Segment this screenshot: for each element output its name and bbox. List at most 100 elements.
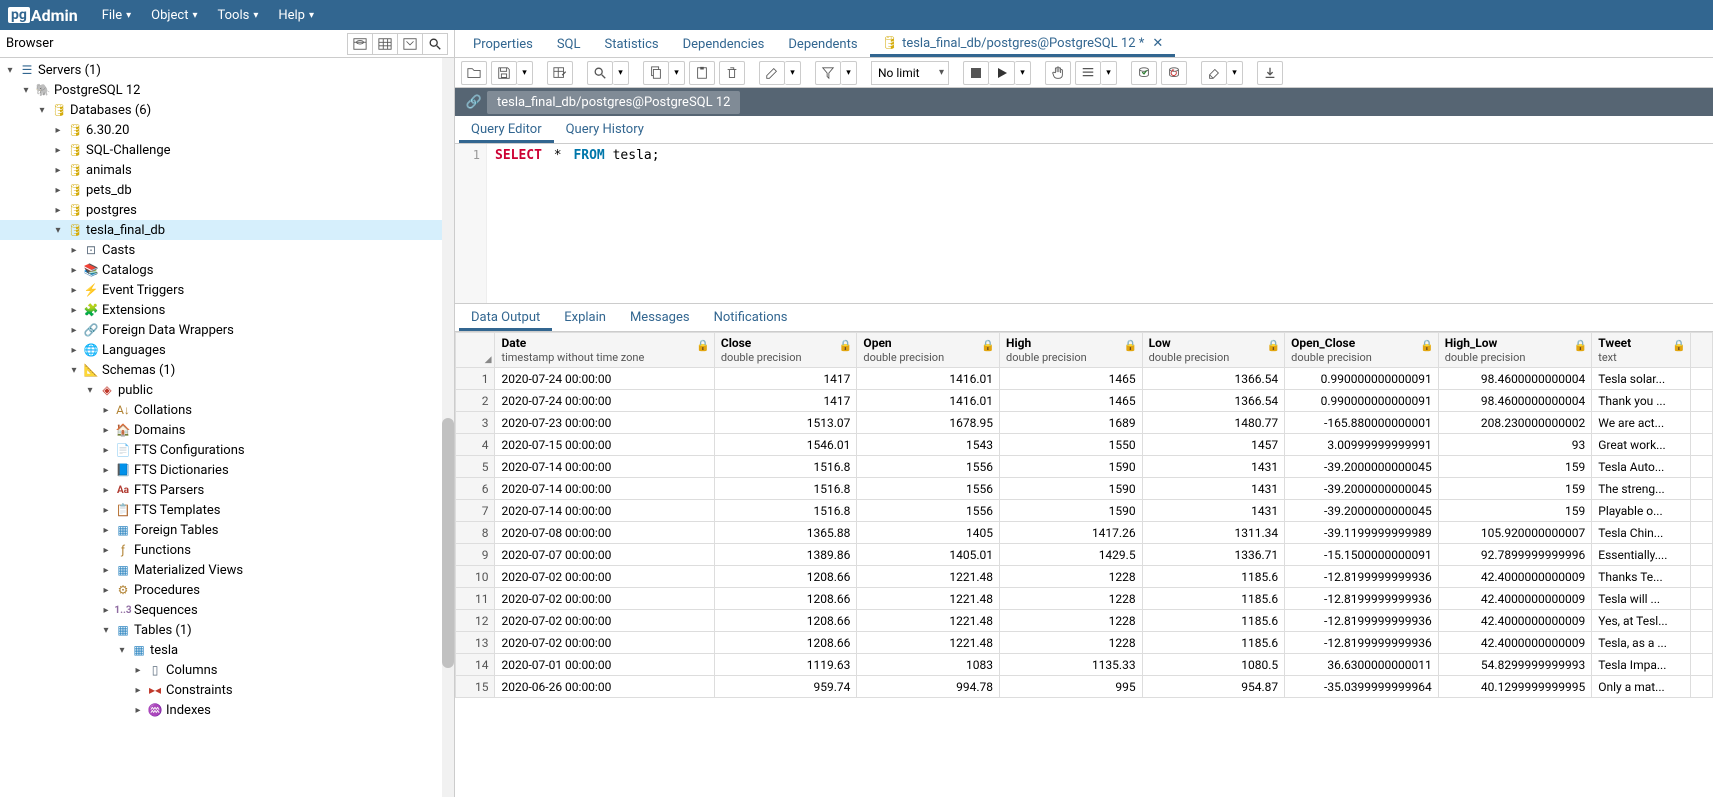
- column-header[interactable]: Datetimestamp without time zone🔒: [495, 333, 714, 368]
- cell[interactable]: 1083: [857, 654, 1000, 676]
- cell[interactable]: 1416.01: [857, 390, 1000, 412]
- cell[interactable]: 2020-07-02 00:00:00: [495, 632, 714, 654]
- cell[interactable]: 1185.6: [1142, 588, 1285, 610]
- expand-icon[interactable]: ▸: [68, 305, 80, 316]
- rownum-cell[interactable]: 3: [456, 412, 495, 434]
- cell[interactable]: 1590: [1000, 500, 1143, 522]
- cell[interactable]: 1480.77: [1142, 412, 1285, 434]
- cell[interactable]: 1516.8: [714, 478, 857, 500]
- menu-tools[interactable]: Tools▾: [207, 3, 268, 28]
- expand-icon[interactable]: ▸: [100, 545, 112, 556]
- tab-dependents[interactable]: Dependents: [776, 30, 869, 57]
- column-header[interactable]: Lowdouble precision🔒: [1142, 333, 1285, 368]
- cell[interactable]: 1405.01: [857, 544, 1000, 566]
- rownum-cell[interactable]: 10: [456, 566, 495, 588]
- cell[interactable]: Thanks Te...: [1592, 566, 1691, 588]
- cell[interactable]: 1336.71: [1142, 544, 1285, 566]
- cell[interactable]: 1429.5: [1000, 544, 1143, 566]
- tree-columns[interactable]: ▸▯Columns: [0, 660, 454, 680]
- cell[interactable]: 1221.48: [857, 632, 1000, 654]
- cell[interactable]: 995: [1000, 676, 1143, 698]
- table-row[interactable]: 12020-07-24 00:00:0014171416.0114651366.…: [456, 368, 1713, 390]
- cell[interactable]: 1431: [1142, 456, 1285, 478]
- cell[interactable]: 1590: [1000, 478, 1143, 500]
- cell[interactable]: 2020-07-02 00:00:00: [495, 610, 714, 632]
- rownum-cell[interactable]: 1: [456, 368, 495, 390]
- expand-icon[interactable]: ▸: [68, 325, 80, 336]
- cell[interactable]: 1185.6: [1142, 632, 1285, 654]
- stop-button[interactable]: [963, 61, 989, 85]
- cell[interactable]: 159: [1438, 500, 1592, 522]
- expand-icon[interactable]: ▸: [100, 465, 112, 476]
- find-button[interactable]: [587, 61, 613, 85]
- download-button[interactable]: [1257, 61, 1283, 85]
- filter-menu-button[interactable]: ▾: [841, 61, 857, 85]
- rownum-cell[interactable]: 12: [456, 610, 495, 632]
- cell[interactable]: 1221.48: [857, 610, 1000, 632]
- rownum-cell[interactable]: 5: [456, 456, 495, 478]
- cell[interactable]: 1556: [857, 456, 1000, 478]
- tree-db-sqlchallenge[interactable]: ▸🛢SQL-Challenge: [0, 140, 454, 160]
- cell[interactable]: 2020-07-24 00:00:00: [495, 390, 714, 412]
- cell[interactable]: 1417: [714, 390, 857, 412]
- cell[interactable]: 1689: [1000, 412, 1143, 434]
- cell[interactable]: 1221.48: [857, 588, 1000, 610]
- cell[interactable]: 1417.26: [1000, 522, 1143, 544]
- rollback-button[interactable]: [1161, 61, 1187, 85]
- rownum-cell[interactable]: 6: [456, 478, 495, 500]
- expand-icon[interactable]: ▸: [68, 285, 80, 296]
- filter-button[interactable]: [815, 61, 841, 85]
- cell[interactable]: 1185.6: [1142, 610, 1285, 632]
- scrollbar-thumb[interactable]: [442, 418, 454, 668]
- cell[interactable]: 1208.66: [714, 632, 857, 654]
- collapse-icon[interactable]: ▾: [52, 225, 64, 236]
- limit-select[interactable]: No limit: [871, 61, 949, 85]
- tree-procedures[interactable]: ▸⚙Procedures: [0, 580, 454, 600]
- cell[interactable]: 42.4000000000009: [1438, 588, 1592, 610]
- cell[interactable]: 1457: [1142, 434, 1285, 456]
- cell[interactable]: -12.8199999999936: [1285, 588, 1439, 610]
- cell[interactable]: 98.4600000000004: [1438, 390, 1592, 412]
- column-header[interactable]: Highdouble precision🔒: [1000, 333, 1143, 368]
- tree-constraints[interactable]: ▸▸◂Constraints: [0, 680, 454, 700]
- cell[interactable]: Essentially....: [1592, 544, 1691, 566]
- cell[interactable]: The streng...: [1592, 478, 1691, 500]
- cell[interactable]: 1417: [714, 368, 857, 390]
- cell[interactable]: 1556: [857, 478, 1000, 500]
- cell[interactable]: 1080.5: [1142, 654, 1285, 676]
- tree-server-pg12[interactable]: ▾🐘PostgreSQL 12: [0, 80, 454, 100]
- find-menu-button[interactable]: ▾: [613, 61, 629, 85]
- cell[interactable]: -165.880000000001: [1285, 412, 1439, 434]
- cell[interactable]: 42.4000000000009: [1438, 632, 1592, 654]
- cell[interactable]: 1543: [857, 434, 1000, 456]
- expand-icon[interactable]: ▸: [100, 445, 112, 456]
- expand-icon[interactable]: ▸: [68, 265, 80, 276]
- cell[interactable]: 1311.34: [1142, 522, 1285, 544]
- cell[interactable]: 1431: [1142, 478, 1285, 500]
- expand-icon[interactable]: ▸: [100, 485, 112, 496]
- copy-menu-button[interactable]: ▾: [669, 61, 685, 85]
- tree-domains[interactable]: ▸🏠Domains: [0, 420, 454, 440]
- cell[interactable]: 40.1299999999995: [1438, 676, 1592, 698]
- cell[interactable]: 93: [1438, 434, 1592, 456]
- cell[interactable]: 1546.01: [714, 434, 857, 456]
- tab-query-editor[interactable]: Query Editor: [459, 116, 554, 143]
- table-row[interactable]: 62020-07-14 00:00:001516.8155615901431-3…: [456, 478, 1713, 500]
- rownum-cell[interactable]: 15: [456, 676, 495, 698]
- cell[interactable]: 2020-07-07 00:00:00: [495, 544, 714, 566]
- cell[interactable]: We are act...: [1592, 412, 1691, 434]
- expand-icon[interactable]: ▸: [52, 145, 64, 156]
- expand-icon[interactable]: ▸: [68, 345, 80, 356]
- rownum-cell[interactable]: 9: [456, 544, 495, 566]
- expand-icon[interactable]: ▸: [132, 705, 144, 716]
- tab-query-history[interactable]: Query History: [554, 116, 656, 143]
- cell[interactable]: 1208.66: [714, 610, 857, 632]
- tree-schema-public[interactable]: ▾◈public: [0, 380, 454, 400]
- tree-materialized-views[interactable]: ▸▦Materialized Views: [0, 560, 454, 580]
- cell[interactable]: Tesla will ...: [1592, 588, 1691, 610]
- tree-collations[interactable]: ▸A↓Collations: [0, 400, 454, 420]
- cell[interactable]: Playable o...: [1592, 500, 1691, 522]
- expand-icon[interactable]: ▸: [132, 665, 144, 676]
- column-header[interactable]: Open_Closedouble precision🔒: [1285, 333, 1439, 368]
- table-row[interactable]: 32020-07-23 00:00:001513.071678.95168914…: [456, 412, 1713, 434]
